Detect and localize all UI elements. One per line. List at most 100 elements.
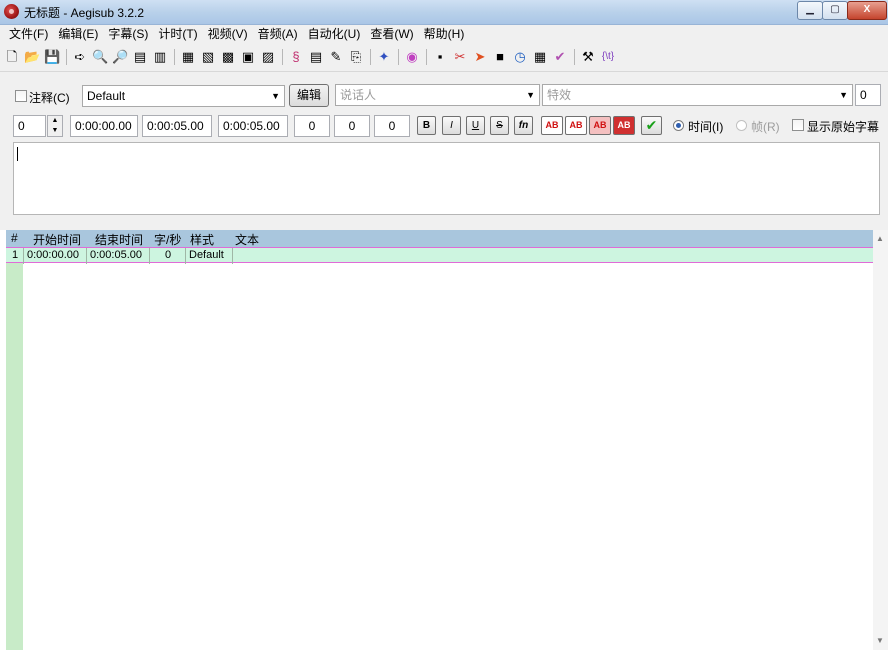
margin-left-field[interactable]: 0 — [294, 115, 330, 137]
duration-field[interactable]: 0:00:05.00 — [218, 115, 288, 137]
style-dropdown[interactable]: Default ▼ — [82, 85, 285, 107]
automation-icon[interactable]: ✦ — [376, 49, 392, 65]
video-details-icon[interactable]: ▦ — [532, 49, 548, 65]
frame-radio[interactable] — [736, 120, 747, 131]
layer-field[interactable]: 0 — [13, 115, 46, 137]
row-number-column — [6, 263, 23, 650]
new-file-icon[interactable]: 🗋 — [4, 49, 20, 65]
start-time-field[interactable]: 0:00:00.00 — [70, 115, 138, 137]
grid-tag-toggle-icon[interactable]: ▪ — [432, 49, 448, 65]
grid-scrollbar[interactable]: ▲ ▼ — [873, 230, 888, 650]
menu-view[interactable]: 查看(W) — [365, 25, 418, 44]
chevron-down-icon: ▼ — [271, 91, 280, 101]
stop-icon[interactable]: ■ — [492, 49, 508, 65]
styles-manager-icon[interactable]: ▧ — [200, 49, 216, 65]
chevron-down-icon: ▼ — [839, 90, 848, 100]
text-cursor — [17, 147, 18, 161]
shift-times-icon[interactable]: ➤ — [472, 49, 488, 65]
translation-assistant-icon[interactable]: ▣ — [240, 49, 256, 65]
tools-icon[interactable]: ⚒ — [580, 49, 596, 65]
edit-style-button[interactable]: 编辑 — [289, 84, 329, 107]
strikeout-button[interactable]: S — [490, 116, 509, 135]
col-header-start: 开始时间 — [33, 233, 82, 247]
shadow-color-button[interactable]: AB — [613, 116, 635, 135]
options-icon[interactable]: ◉ — [404, 49, 420, 65]
underline-button[interactable]: U — [466, 116, 485, 135]
window-title: 无标题 - Aegisub 3.2.2 — [24, 6, 145, 20]
grid-header: # 开始时间 结束时间 字/秒 样式 文本 — [6, 230, 878, 247]
col-header-cps: 字/秒 — [154, 233, 182, 247]
menu-timing[interactable]: 计时(T) — [153, 25, 202, 44]
effect-dropdown[interactable]: 特效 ▼ — [542, 84, 853, 106]
menu-edit[interactable]: 编辑(E) — [53, 25, 103, 44]
spellcheck-icon[interactable]: ✎ — [328, 49, 344, 65]
outline-color-button[interactable]: AB — [589, 116, 611, 135]
show-original-label: 显示原始字幕 — [807, 120, 880, 134]
close-button[interactable]: X — [847, 1, 887, 20]
minimize-button[interactable]: ▁ — [797, 1, 823, 20]
check-updates-icon[interactable]: ✔ — [552, 49, 568, 65]
table-row[interactable]: 1 0:00:00.00 0:00:05.00 0 Default — [6, 247, 878, 264]
font-button[interactable]: fn — [514, 116, 533, 135]
scroll-up-icon[interactable]: ▲ — [876, 234, 884, 243]
clock-icon[interactable]: ◷ — [512, 49, 528, 65]
frame-radio-label: 帧(R) — [751, 120, 780, 134]
italic-button[interactable]: I — [442, 116, 461, 135]
subtitle-grid[interactable]: # 开始时间 结束时间 字/秒 样式 文本 1 0:00:00.00 0:00:… — [6, 230, 878, 650]
styling-assistant-icon[interactable]: ▩ — [220, 49, 236, 65]
jump-to-icon[interactable]: ➪ — [72, 49, 88, 65]
open-folder-icon[interactable]: 📂 — [24, 49, 40, 65]
style-value: Default — [87, 89, 126, 103]
time-radio-label: 时间(I) — [688, 120, 724, 134]
aegisub-logo-icon — [4, 4, 19, 19]
menu-video[interactable]: 视频(V) — [203, 25, 253, 44]
show-original-checkbox[interactable] — [792, 119, 804, 131]
menu-help[interactable]: 帮助(H) — [419, 25, 470, 44]
export-icon[interactable]: ⎘ — [348, 49, 364, 65]
chevron-down-icon: ▼ — [526, 90, 535, 100]
col-header-number: # — [11, 231, 18, 245]
menu-audio[interactable]: 音频(A) — [253, 25, 303, 44]
row-cps: 0 — [165, 249, 172, 261]
fonts-collector-icon[interactable]: ▥ — [152, 49, 168, 65]
time-radio[interactable] — [673, 120, 684, 131]
replace-icon[interactable]: 🔎 — [112, 49, 128, 65]
row-end-time: 0:00:05.00 — [90, 249, 142, 261]
scroll-down-icon[interactable]: ▼ — [876, 636, 884, 645]
primary-color-button[interactable]: AB — [541, 116, 563, 135]
comment-label: 注释(C) — [29, 91, 70, 105]
attachments-icon[interactable]: ▤ — [132, 49, 148, 65]
effect-number-field[interactable]: 0 — [855, 84, 881, 106]
menu-file[interactable]: 文件(F) — [0, 25, 53, 44]
col-header-end: 结束时间 — [95, 233, 144, 247]
commit-check-icon[interactable]: ✔ — [641, 116, 662, 135]
row-number: 1 — [12, 249, 19, 261]
margin-vertical-field[interactable]: 0 — [374, 115, 410, 137]
bold-button[interactable]: B — [417, 116, 436, 135]
layer-spinner[interactable]: ▲ ▼ — [47, 115, 63, 137]
snap-icon[interactable]: ✂ — [452, 49, 468, 65]
find-icon[interactable]: 🔍 — [92, 49, 108, 65]
end-time-field[interactable]: 0:00:05.00 — [142, 115, 212, 137]
comment-checkbox[interactable] — [15, 90, 27, 102]
properties-icon[interactable]: ▦ — [180, 49, 196, 65]
margin-right-field[interactable]: 0 — [334, 115, 370, 137]
kanji-timer-icon[interactable]: ▤ — [308, 49, 324, 65]
actor-dropdown[interactable]: 说话人 ▼ — [335, 84, 540, 106]
actor-placeholder: 说话人 — [340, 88, 377, 102]
row-style: Default — [189, 249, 224, 261]
effect-placeholder: 特效 — [547, 88, 572, 102]
menu-subtitle[interactable]: 字幕(S) — [103, 25, 153, 44]
timing-postprocessor-icon[interactable]: § — [288, 49, 304, 65]
secondary-color-button[interactable]: AB — [565, 116, 587, 135]
col-header-style: 样式 — [190, 233, 215, 247]
row-start-time: 0:00:00.00 — [27, 249, 79, 261]
tag-toggle-icon[interactable]: {\t} — [600, 49, 616, 65]
resample-icon[interactable]: ▨ — [260, 49, 276, 65]
menu-automation[interactable]: 自动化(U) — [303, 25, 366, 44]
toolbar: 🗋 📂 💾 ➪ 🔍 🔎 ▤ ▥ ▦ ▧ ▩ ▣ ▨ § ▤ ✎ ⎘ ✦ ◉ ▪ … — [0, 44, 888, 72]
subtitle-text-area[interactable] — [13, 142, 880, 215]
maximize-button[interactable]: ▢ — [822, 1, 848, 20]
menu-bar: 文件(F) 编辑(E) 字幕(S) 计时(T) 视频(V) 音频(A) 自动化(U) 查看(W… — [0, 25, 888, 44]
save-icon[interactable]: 💾 — [44, 49, 60, 65]
